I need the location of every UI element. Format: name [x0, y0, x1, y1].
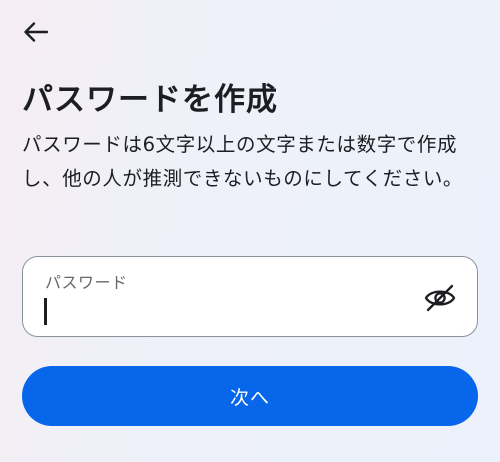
eye-off-icon — [424, 284, 456, 312]
password-input[interactable] — [43, 295, 413, 327]
back-button[interactable] — [18, 14, 54, 50]
password-field-label: パスワード — [45, 273, 128, 292]
text-caret — [44, 298, 47, 325]
next-button[interactable]: 次へ — [22, 366, 478, 426]
password-field[interactable]: パスワード — [22, 256, 478, 337]
page-description: パスワードは6文字以上の文字または数字で作成し、他の人が推測できないものにしてく… — [22, 133, 464, 190]
toggle-visibility-button[interactable] — [421, 279, 459, 317]
page-title: パスワードを作成 — [22, 82, 278, 118]
arrow-left-icon — [24, 22, 49, 42]
